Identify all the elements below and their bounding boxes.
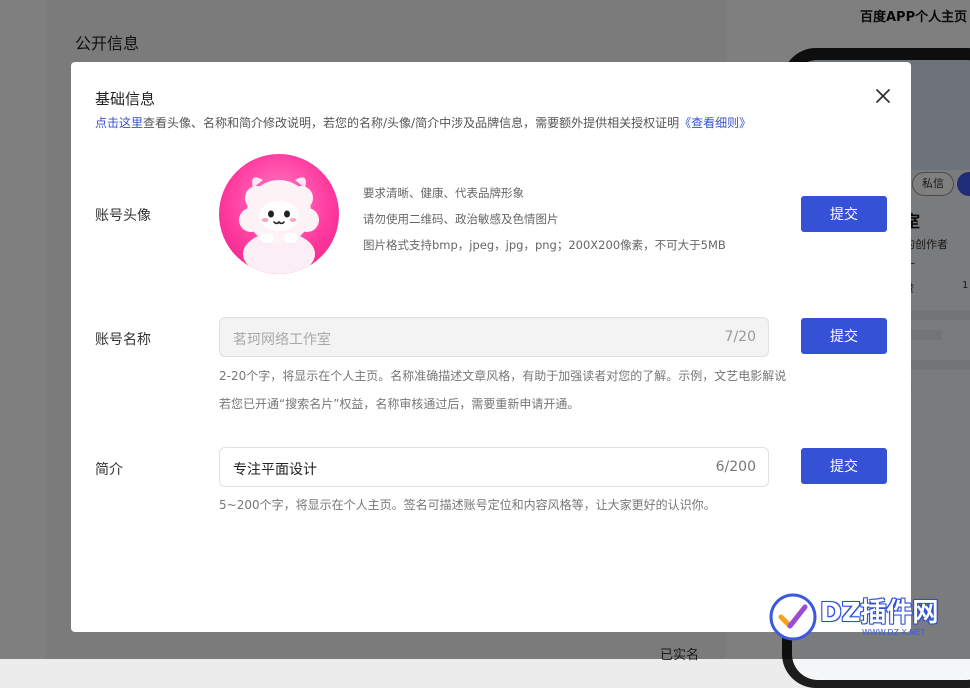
- intro-counter: 6/200: [715, 459, 756, 475]
- account-name-counter: 7/20: [724, 329, 756, 345]
- avatar-requirements: 要求清晰、健康、代表品牌形象 请勿使用二维码、政治敏感及色情图片 图片格式支持b…: [363, 180, 726, 258]
- dz-watermark-logo: DZ插件网 WWW.DZ-X.NET: [768, 590, 968, 646]
- dz-logo-icon: [769, 593, 817, 641]
- avatar-submit-button[interactable]: 提交: [801, 196, 887, 232]
- mascot-avatar-icon: [239, 177, 319, 274]
- account-name-value: 茗珂网络工作室: [233, 332, 331, 348]
- view-rules-link[interactable]: 《查看细则》: [679, 116, 751, 130]
- close-icon: [876, 89, 890, 103]
- watermark-text: DZ插件网: [820, 598, 939, 628]
- watermark-url: WWW.DZ-X.NET: [862, 628, 926, 637]
- name-hint-line: 若您已开通“搜索名片”权益，名称审核通过后，需要重新申请开通。: [219, 397, 580, 411]
- dialog-subtitle: 点击这里查看头像、名称和简介修改说明，若您的名称/头像/简介中涉及品牌信息，需要…: [95, 114, 751, 131]
- avatar-label: 账号头像: [95, 208, 151, 224]
- account-name-input[interactable]: 茗珂网络工作室 7/20: [219, 317, 769, 357]
- name-hint-line: 2-20个字，将显示在个人主页。名称准确描述文章风格，有助于加强读者对您的了解。…: [219, 369, 787, 383]
- account-name-label: 账号名称: [95, 332, 151, 348]
- basic-info-dialog: 基础信息 点击这里查看头像、名称和简介修改说明，若您的名称/头像/简介中涉及品牌…: [71, 62, 911, 632]
- intro-label: 简介: [95, 462, 123, 478]
- click-here-link[interactable]: 点击这里: [95, 116, 143, 130]
- avatar-tip: 要求清晰、健康、代表品牌形象: [363, 186, 524, 200]
- avatar[interactable]: [219, 154, 339, 274]
- intro-submit-button[interactable]: 提交: [801, 448, 887, 484]
- dialog-title: 基础信息: [95, 90, 156, 108]
- avatar-tip: 图片格式支持bmp，jpeg，jpg，png；200X200像素，不可大于5MB: [363, 238, 726, 252]
- intro-value: 专注平面设计: [233, 462, 317, 478]
- subtitle-text: 查看头像、名称和简介修改说明，若您的名称/头像/简介中涉及品牌信息，需要额外提供…: [143, 116, 680, 130]
- avatar-tip: 请勿使用二维码、政治敏感及色情图片: [363, 212, 559, 226]
- intro-input[interactable]: 专注平面设计 6/200: [219, 447, 769, 487]
- intro-hint: 5~200个字，将显示在个人主页。签名可描述账号定位和内容风格等，让大家更好的认…: [219, 498, 716, 512]
- close-button[interactable]: [871, 84, 895, 108]
- account-name-hint: 2-20个字，将显示在个人主页。名称准确描述文章风格，有助于加强读者对您的了解。…: [219, 362, 786, 418]
- name-submit-button[interactable]: 提交: [801, 318, 887, 354]
